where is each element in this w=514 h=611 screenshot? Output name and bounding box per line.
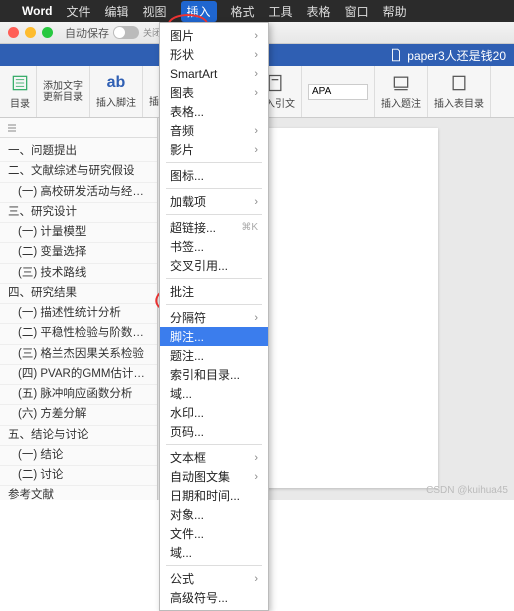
toggle-icon[interactable]	[113, 26, 139, 39]
autosave-toggle[interactable]: 自动保存 关闭	[65, 25, 161, 41]
list-icon	[6, 122, 18, 134]
menu-item[interactable]: 文本框	[160, 448, 268, 467]
menu-item[interactable]: 分隔符	[160, 308, 268, 327]
menu-item[interactable]: 加载项	[160, 192, 268, 211]
outline-item[interactable]: (二) 平稳性检验与阶数确定	[0, 324, 157, 344]
menu-item[interactable]: 域...	[160, 543, 268, 562]
menu-item[interactable]: 域...	[160, 384, 268, 403]
menu-item[interactable]: 超链接...⌘K	[160, 218, 268, 237]
menu-separator	[166, 162, 262, 163]
document-outline: 一、问题提出二、文献综述与研究假设(一) 高校研发活动与经济增三、研究设计(一)…	[0, 138, 157, 500]
menu-item[interactable]: 水印...	[160, 403, 268, 422]
menu-item[interactable]: 交叉引用...	[160, 256, 268, 275]
menu-view[interactable]: 视图	[142, 3, 166, 20]
outline-item[interactable]: (五) 脉冲响应函数分析	[0, 385, 157, 405]
minimize-window-icon[interactable]	[25, 27, 36, 38]
watermark: CSDN @kuihua45	[426, 485, 508, 496]
outline-item[interactable]: (四) PVAR的GMM估计结果	[0, 365, 157, 385]
menu-item[interactable]: 图片	[160, 26, 268, 45]
menu-item[interactable]: 文件...	[160, 524, 268, 543]
app-name[interactable]: Word	[22, 4, 52, 18]
menu-item[interactable]: 音频	[160, 121, 268, 140]
menu-item[interactable]: 索引和目录...	[160, 365, 268, 384]
outline-item[interactable]: 一、问题提出	[0, 142, 157, 162]
close-window-icon[interactable]	[8, 27, 19, 38]
citation-style[interactable]	[302, 66, 375, 117]
menu-item[interactable]: 题注...	[160, 346, 268, 365]
menu-tools[interactable]: 工具	[269, 3, 293, 20]
citation-style-select[interactable]	[308, 84, 368, 100]
document-icon	[389, 48, 403, 62]
menu-item[interactable]: 批注	[160, 282, 268, 301]
toc-button[interactable]: 目录	[4, 66, 37, 117]
insert-tof-button[interactable]: 插入表目录	[428, 66, 491, 117]
outline-item[interactable]: (二) 讨论	[0, 466, 157, 486]
menu-separator	[166, 444, 262, 445]
menu-item[interactable]: SmartArt	[160, 64, 268, 83]
menu-item[interactable]: 自动图文集	[160, 467, 268, 486]
outline-item[interactable]: (一) 结论	[0, 446, 157, 466]
menu-item[interactable]: 对象...	[160, 505, 268, 524]
navigation-sidebar: 一、问题提出二、文献综述与研究假设(一) 高校研发活动与经济增三、研究设计(一)…	[0, 118, 158, 500]
menu-item[interactable]: 表格...	[160, 102, 268, 121]
outline-item[interactable]: (一) 计量模型	[0, 223, 157, 243]
insert-caption-button[interactable]: 插入题注	[375, 66, 428, 117]
menu-separator	[166, 214, 262, 215]
menu-item[interactable]: 日期和时间...	[160, 486, 268, 505]
outline-item[interactable]: (一) 高校研发活动与经济增	[0, 183, 157, 203]
outline-item[interactable]: (二) 变量选择	[0, 243, 157, 263]
menu-item[interactable]: 影片	[160, 140, 268, 159]
menu-help[interactable]: 帮助	[383, 3, 407, 20]
add-text-button[interactable]: 添加文字	[43, 81, 83, 92]
menu-item[interactable]: 图表	[160, 83, 268, 102]
update-toc-button[interactable]: 更新目录	[43, 92, 83, 103]
outline-item[interactable]: (一) 描述性统计分析	[0, 304, 157, 324]
menu-separator	[166, 565, 262, 566]
menu-format[interactable]: 格式	[231, 3, 255, 20]
menu-item[interactable]: 书签...	[160, 237, 268, 256]
toc-actions: 添加文字 更新目录	[37, 66, 90, 117]
outline-item[interactable]: 三、研究设计	[0, 203, 157, 223]
footnote-button[interactable]: ab 插入脚注	[90, 66, 143, 117]
document-title: paper3人还是钱20	[389, 47, 506, 64]
outline-item[interactable]: 参考文献	[0, 486, 157, 500]
autosave-label: 自动保存	[65, 25, 109, 41]
outline-item[interactable]: (三) 技术路线	[0, 264, 157, 284]
menu-edit[interactable]: 编辑	[104, 3, 128, 20]
menu-item[interactable]: 形状	[160, 45, 268, 64]
maximize-window-icon[interactable]	[42, 27, 53, 38]
menu-separator	[166, 278, 262, 279]
outline-item[interactable]: 二、文献综述与研究假设	[0, 162, 157, 182]
menu-item[interactable]: 高级符号...	[160, 588, 268, 607]
outline-item[interactable]: (三) 格兰杰因果关系检验	[0, 345, 157, 365]
insert-dropdown-menu: 图片形状SmartArt图表表格...音频影片图标... 加载项超链接...⌘K书…	[159, 22, 269, 611]
menu-item[interactable]: 图标...	[160, 166, 268, 185]
outline-item[interactable]: (六) 方差分解	[0, 405, 157, 425]
sidebar-header	[0, 118, 157, 138]
menu-table[interactable]: 表格	[307, 3, 331, 20]
menu-item[interactable]: 公式	[160, 569, 268, 588]
menu-separator	[166, 188, 262, 189]
menu-item[interactable]: 脚注...	[160, 327, 268, 346]
menu-item[interactable]: 页码...	[160, 422, 268, 441]
menu-file[interactable]: 文件	[66, 3, 90, 20]
outline-item[interactable]: 五、结论与讨论	[0, 426, 157, 446]
menu-separator	[166, 304, 262, 305]
outline-item[interactable]: 四、研究结果	[0, 284, 157, 304]
menu-window[interactable]: 窗口	[345, 3, 369, 20]
mac-menubar: Word 文件 编辑 视图 插入 格式 工具 表格 窗口 帮助	[0, 0, 514, 22]
menu-insert[interactable]: 插入	[181, 1, 217, 22]
